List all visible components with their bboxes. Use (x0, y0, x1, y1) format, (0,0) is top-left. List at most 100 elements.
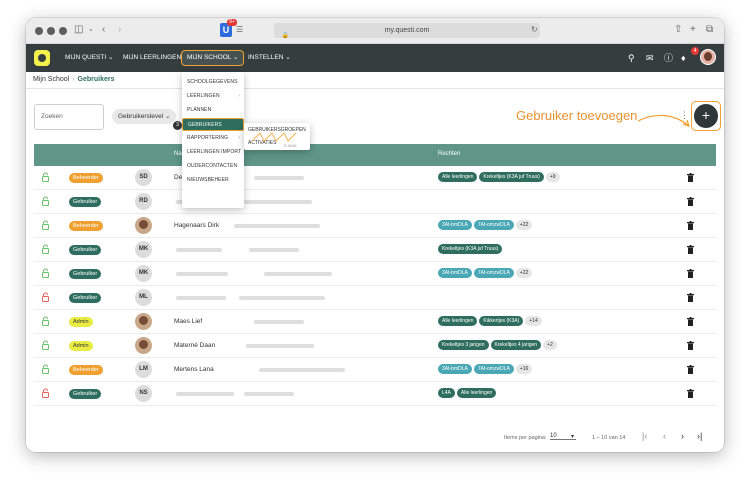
table-row[interactable]: Gebruiker MK 3At-bmDLA 7At-omzwDLA +22 (34, 262, 716, 286)
last-page-icon[interactable]: ›| (697, 431, 702, 441)
nav-instellen[interactable]: INSTELLEN ⌄ (248, 51, 291, 65)
sidebar-toggle-icon[interactable]: ◫ (74, 24, 83, 36)
delete-icon[interactable] (687, 221, 694, 230)
rights-tag[interactable]: L4A (438, 388, 455, 398)
items-per-page-label: Items per pagina: (504, 435, 547, 441)
questi-logo[interactable] (34, 50, 50, 66)
menu-item-plannen[interactable]: PLANNEN (182, 104, 244, 116)
rights-tags: Krekeltjes (K3A juf Truus) (438, 244, 504, 254)
privacy-icon[interactable]: ☰ (236, 24, 243, 36)
share-icon[interactable]: ⇧ (674, 24, 682, 36)
table-row[interactable]: Beheerder Hagenaars Dirk 3At-bmDLA 7At-omzw… (34, 214, 716, 238)
chevron-down-icon[interactable]: ⌄ (88, 24, 94, 36)
rights-tag[interactable]: +14 (525, 316, 542, 326)
rights-tag[interactable]: +9 (545, 172, 560, 182)
table-row[interactable]: Admin Materné Daan Krekeltjes 3 jarigen Kre… (34, 334, 716, 358)
menu-item-oudercontacten[interactable]: OUDERCONTACTEN (182, 160, 244, 172)
rights-tag[interactable]: +22 (515, 268, 533, 278)
forward-arrow-icon[interactable]: › (118, 24, 121, 36)
help-icon[interactable]: ⓘ (664, 52, 673, 64)
redacted-name (176, 392, 234, 396)
rights-tag[interactable]: +22 (515, 220, 533, 230)
user-level-filter[interactable]: Gebruikerslevel ⌄ (112, 109, 177, 124)
rights-tag[interactable]: Alle leerlingen (456, 388, 497, 398)
rights-tag[interactable]: Krekeltjes 3 jarigen (438, 340, 489, 350)
rights-tag[interactable]: Alle leerlingen (438, 172, 478, 182)
more-options-icon[interactable]: ⋮ (680, 110, 689, 121)
delete-icon[interactable] (687, 317, 694, 326)
table-row[interactable]: Gebruiker MK Krekeltjes (K3A juf Truus) (34, 238, 716, 262)
previous-page-icon[interactable]: ‹ (663, 431, 666, 441)
reload-icon[interactable]: ↻ (531, 24, 538, 36)
table-row[interactable]: Beheerder SD De Alle leerlingen Krekeltjes (… (34, 166, 716, 190)
delete-icon[interactable] (687, 293, 694, 302)
user-name[interactable]: Maes Lief (174, 318, 202, 325)
menu-item-gebruikers[interactable]: GEBRUIKERS (182, 118, 244, 131)
close-window-icon[interactable] (35, 27, 43, 35)
table-row[interactable]: Admin Maes Lief Alle leerlingen Kikkertjes … (34, 310, 716, 334)
avatar: MK (135, 265, 152, 282)
redacted-name (176, 272, 228, 276)
rights-tag[interactable]: Alle leerlingen (438, 316, 478, 326)
lock-icon (42, 316, 49, 326)
first-page-icon[interactable]: |‹ (642, 431, 647, 441)
minimize-window-icon[interactable] (47, 27, 55, 35)
delete-icon[interactable] (687, 341, 694, 350)
rights-tag[interactable]: Krekeltjes 4 jarigen (490, 340, 542, 350)
rights-tag[interactable]: 3At-bmDLA (438, 220, 472, 230)
rights-tag[interactable]: 7At-omzwDLA (473, 268, 514, 278)
chat-icon[interactable]: ✉ (646, 52, 654, 64)
table-row[interactable]: Beheerder LM Mertens Lana 3At-bmDLA 7At-omzw… (34, 358, 716, 382)
nav-mijn-leerlingen[interactable]: MIJN LEERLINGEN ⌄ (123, 51, 188, 65)
rights-tag[interactable]: +2 (543, 340, 557, 350)
rights-tag[interactable]: +16 (515, 364, 533, 374)
table-row[interactable]: Gebruiker NS L4A Alle leerlingen (34, 382, 716, 406)
user-name[interactable]: Hagenaars Dirk (174, 222, 219, 229)
address-bar[interactable]: 🔒 my.questi.com (274, 23, 540, 39)
table-row[interactable]: Gebruiker ML (34, 286, 716, 310)
nav-mijn-questi[interactable]: MIJN QUESTI ⌄ (65, 51, 113, 65)
rights-tags: 3At-bmDLA 7At-omzwDLA +16 (438, 364, 534, 374)
add-user-button[interactable]: + (694, 104, 718, 128)
delete-icon[interactable] (687, 197, 694, 206)
menu-item-rapportering[interactable]: RAPPORTERING › (182, 132, 244, 144)
items-per-page-select[interactable]: 10 ▾ (550, 433, 576, 440)
column-header-name[interactable]: Na (174, 151, 182, 157)
nav-mijn-school[interactable]: MIJN SCHOOL ⌄ (181, 50, 245, 66)
zoom-window-icon[interactable] (59, 27, 67, 35)
search-input[interactable]: Zoeken (34, 104, 104, 130)
delete-icon[interactable] (687, 269, 694, 278)
bell-icon[interactable]: ♦ (681, 52, 686, 64)
user-name[interactable]: Mertens Lana (174, 366, 214, 373)
user-name[interactable]: Materné Daan (174, 342, 215, 349)
breadcrumb-root[interactable]: Mijn School (33, 76, 69, 83)
delete-icon[interactable] (687, 173, 694, 182)
search-icon[interactable]: ⚲ (628, 52, 635, 64)
browser-window: ◫ ⌄ ‹ › U 9+ ☰ 🔒 my.questi.com ↻ ⇧ + ⧉ MI… (26, 18, 724, 452)
menu-item-schoolgegevens[interactable]: SCHOOLGEGEVENS (182, 76, 244, 88)
delete-icon[interactable] (687, 365, 694, 374)
rights-tag[interactable]: Krekeltjes (K3A juf Truus) (479, 172, 544, 182)
rights-tag[interactable]: 7At-omzwDLA (473, 220, 514, 230)
table-row[interactable]: Gebruiker RD (34, 190, 716, 214)
rights-tags: Krekeltjes 3 jarigen Krekeltjes 4 jarigen… (438, 340, 559, 350)
menu-item-nieuwsbeheer[interactable]: NIEUWSBEHEER (182, 174, 244, 186)
new-tab-icon[interactable]: + (690, 24, 696, 36)
rights-tag[interactable]: Kikkertjes (K3A) (479, 316, 524, 326)
avatar: MK (135, 241, 152, 258)
column-header-rights[interactable]: Rechten (438, 151, 460, 157)
delete-icon[interactable] (687, 389, 694, 398)
tabs-overview-icon[interactable]: ⧉ (706, 24, 713, 36)
next-page-icon[interactable]: › (681, 431, 684, 441)
user-avatar[interactable] (700, 49, 716, 65)
lock-icon (42, 388, 49, 398)
rights-tag[interactable]: 3At-bmDLA (438, 268, 472, 278)
rights-tag[interactable]: 3At-bmDLA (438, 364, 472, 374)
back-arrow-icon[interactable]: ‹ (102, 24, 105, 36)
menu-item-leerlingen-import[interactable]: LEERLINGEN IMPORT (182, 146, 244, 158)
menu-item-leerlingen[interactable]: LEERLINGEN › (182, 90, 244, 102)
delete-icon[interactable] (687, 245, 694, 254)
rights-tag[interactable]: Krekeltjes (K3A juf Truus) (438, 244, 503, 254)
role-badge: Gebruiker (69, 293, 102, 303)
rights-tag[interactable]: 7At-omzwDLA (473, 364, 514, 374)
